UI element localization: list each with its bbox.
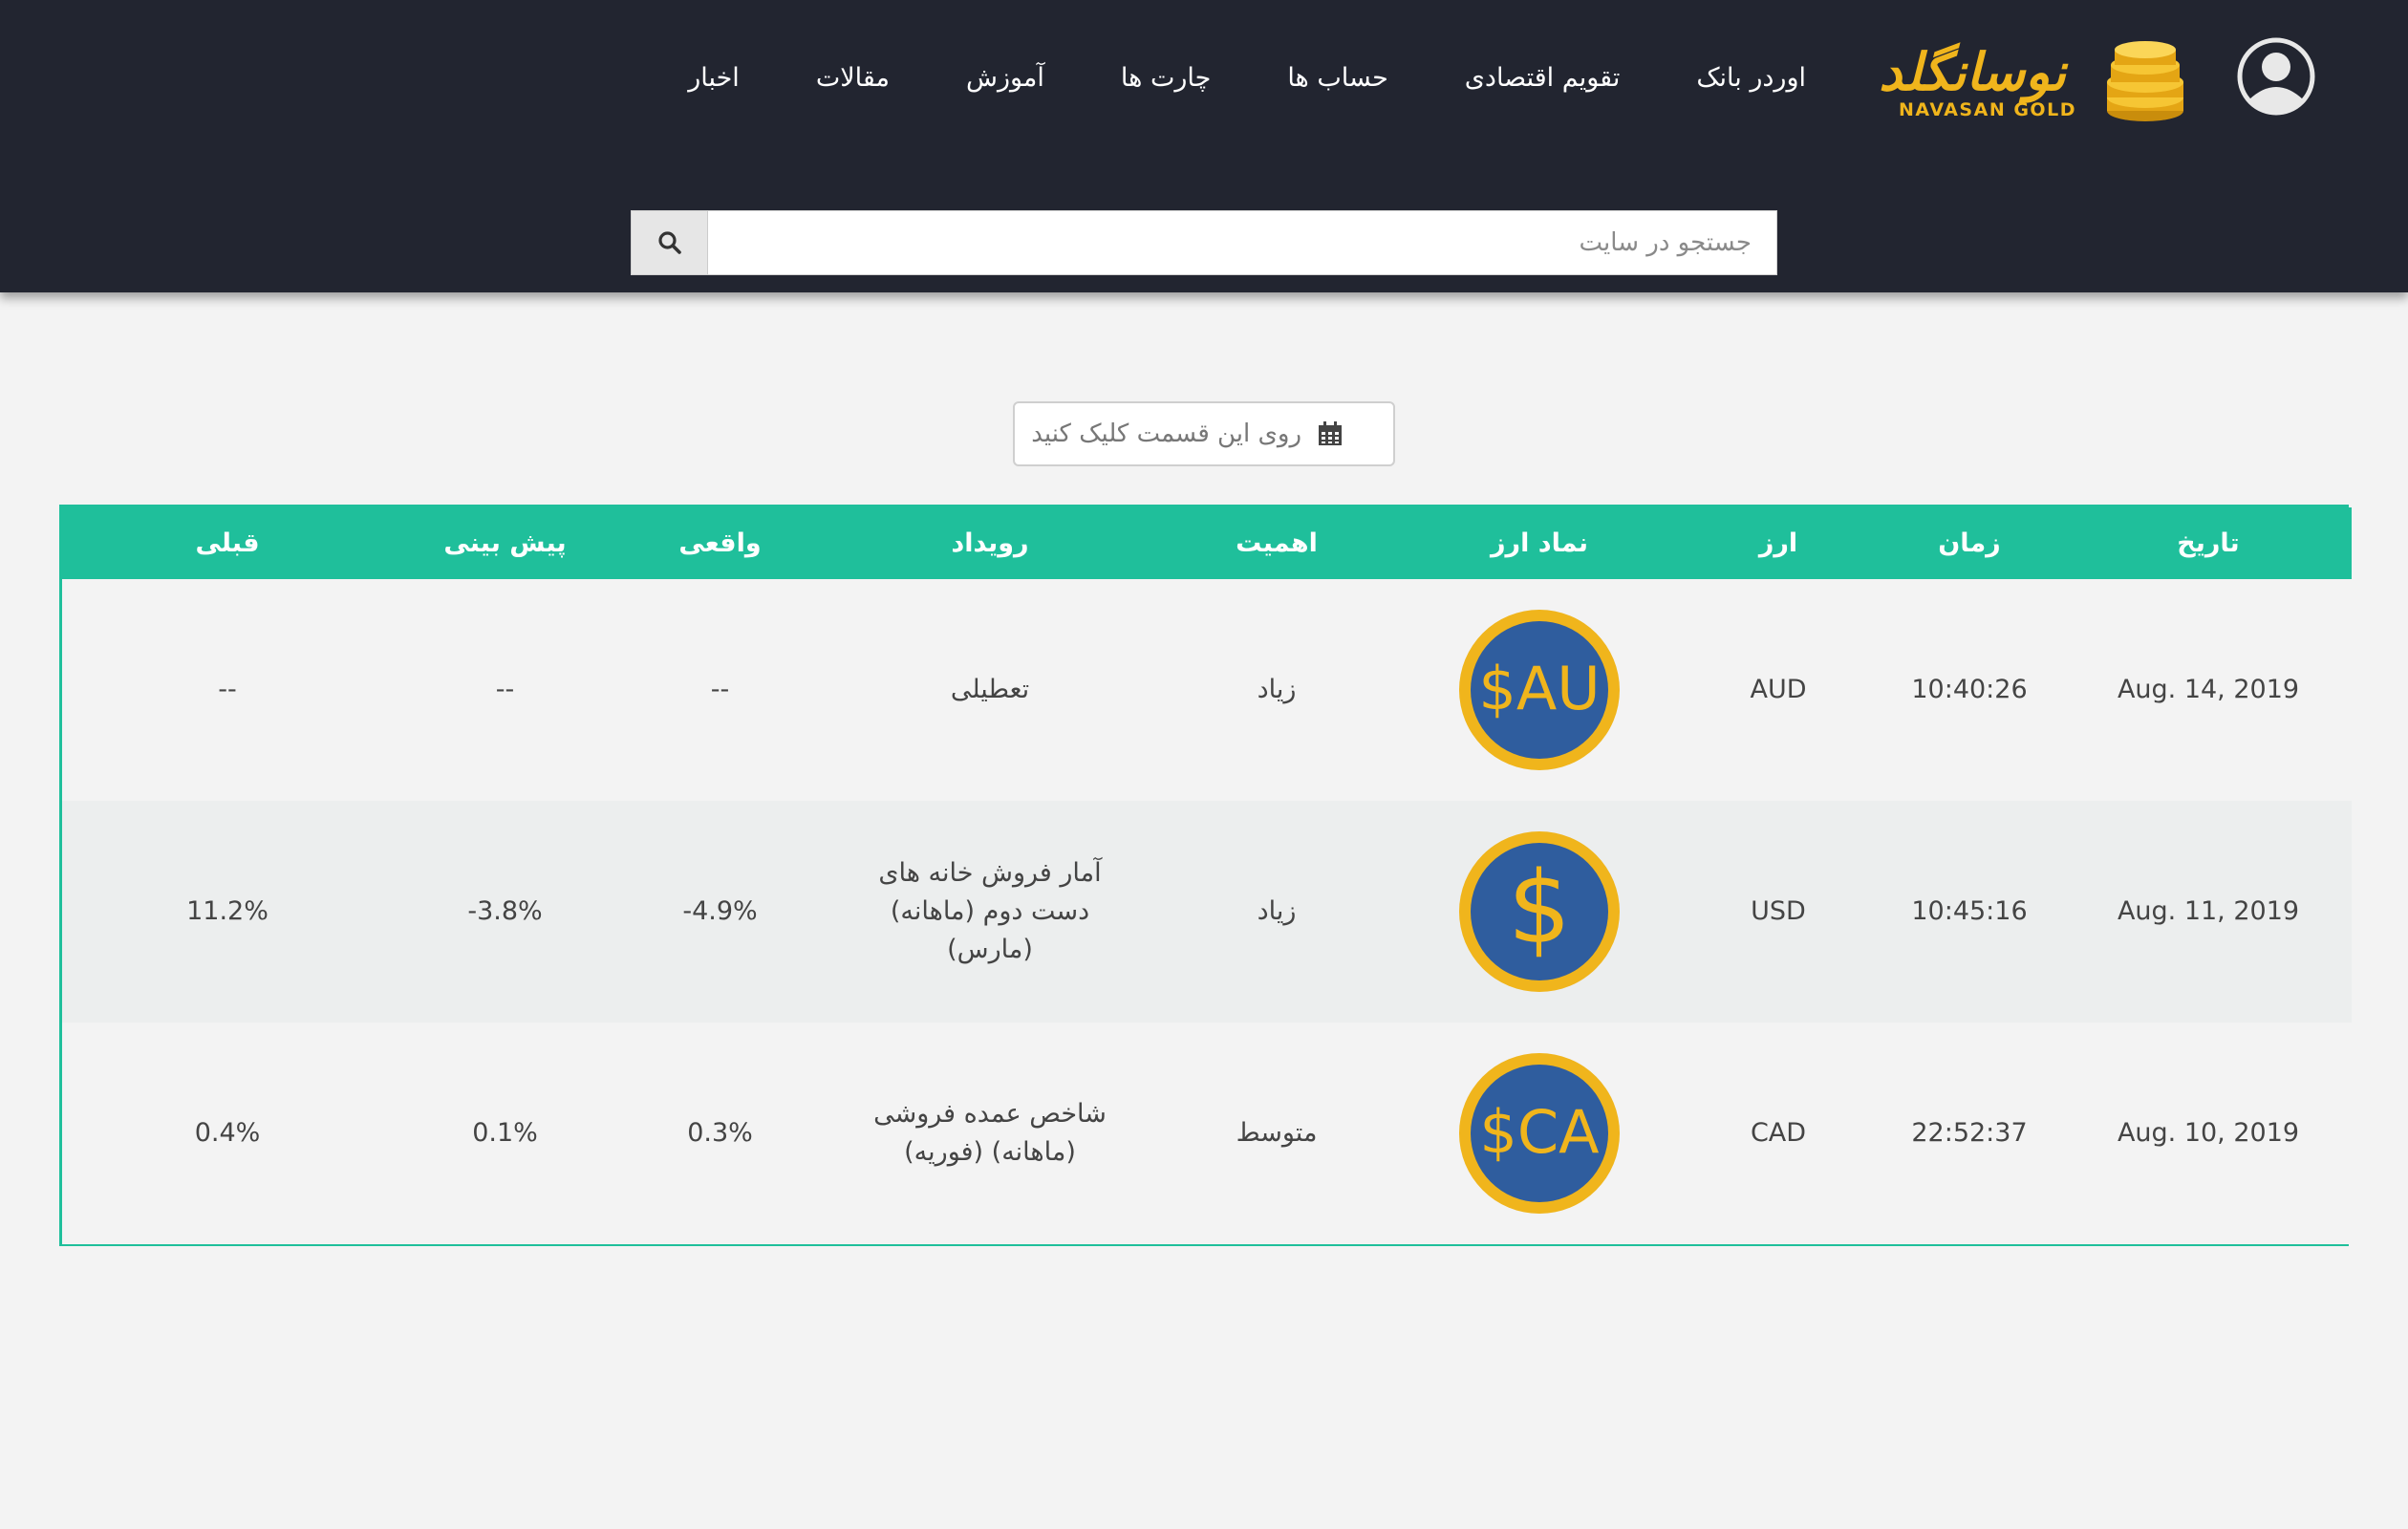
coin-symbol: AU$ <box>1478 654 1600 723</box>
nav-item-economic-calendar[interactable]: تقویم اقتصادی <box>1465 63 1621 93</box>
site-header: نوسانگلد NAVASAN GOLD اخبار مقالات آموزش… <box>0 0 2408 292</box>
nav-item-order-bank[interactable]: اوردر بانک <box>1696 63 1806 93</box>
site-logo[interactable]: نوسانگلد NAVASAN GOLD <box>1868 36 2193 124</box>
cell-actual: 0.3% <box>687 1118 753 1148</box>
coins-icon <box>2107 41 2183 121</box>
nav-item-education[interactable]: آموزش <box>966 63 1044 93</box>
header-event[interactable]: رویداد <box>823 507 1157 579</box>
cell-actual: -4.9% <box>682 896 758 926</box>
cell-currency: CAD <box>1750 1118 1807 1148</box>
cell-previous: -- <box>218 675 237 704</box>
header-previous[interactable]: قبلی <box>62 507 393 579</box>
cell-importance: زیاد <box>1257 675 1297 704</box>
cell-symbol: $ <box>1396 801 1683 1023</box>
table-row[interactable]: Aug. 14, 2019 10:40:26 AUD AU$ زیاد تعطی… <box>62 579 2352 801</box>
cell-forecast: -- <box>495 675 515 704</box>
cell-event: شاخص عمده فروشی (ماهانه) (فوریه) <box>873 1099 1107 1167</box>
cell-currency: USD <box>1751 896 1806 926</box>
cell-time: 10:45:16 <box>1911 896 2028 926</box>
cell-event: آمار فروش خانه های دست دوم (ماهانه) (مار… <box>878 858 1102 964</box>
header-forecast[interactable]: پیش بینی <box>393 507 617 579</box>
search-bar <box>631 210 1777 275</box>
cell-importance: متوسط <box>1236 1118 1318 1148</box>
coin-symbol: CA$ <box>1479 1097 1599 1167</box>
main-nav: اخبار مقالات آموزش چارت ها حساب ها تقویم… <box>688 63 1806 93</box>
search-icon <box>657 231 681 254</box>
cell-date: Aug. 11, 2019 <box>2117 896 2300 926</box>
cell-forecast: -3.8% <box>467 896 543 926</box>
cell-symbol: CA$ <box>1396 1023 1683 1244</box>
header-actual[interactable]: واقعی <box>617 507 823 579</box>
cell-importance: زیاد <box>1257 896 1297 926</box>
logo-subtitle: NAVASAN GOLD <box>1899 99 2076 120</box>
table-row[interactable]: Aug. 11, 2019 10:45:16 USD $ زیاد آمار ف… <box>62 801 2352 1023</box>
cell-time: 10:40:26 <box>1911 675 2028 704</box>
cell-date: Aug. 14, 2019 <box>2117 675 2300 704</box>
cell-actual: -- <box>710 675 730 704</box>
date-picker[interactable] <box>1013 401 1395 466</box>
cell-currency: AUD <box>1750 675 1807 704</box>
cell-symbol: AU$ <box>1396 579 1683 801</box>
table-header-row: تاریخ زمان ارز نماد ارز اهمیت رویداد واق… <box>62 507 2352 579</box>
header-importance[interactable]: اهمیت <box>1157 507 1396 579</box>
cell-previous: 11.2% <box>186 896 269 926</box>
currency-coin-icon: $ <box>1459 831 1620 992</box>
nav-item-news[interactable]: اخبار <box>688 63 740 93</box>
cell-event: تعطیلی <box>950 675 1030 704</box>
cell-time: 22:52:37 <box>1911 1118 2028 1148</box>
nav-item-accounts[interactable]: حساب ها <box>1287 63 1387 93</box>
economic-calendar-table: تاریخ زمان ارز نماد ارز اهمیت رویداد واق… <box>59 505 2352 1246</box>
nav-item-articles[interactable]: مقالات <box>816 63 890 93</box>
header-time[interactable]: زمان <box>1874 507 2065 579</box>
header-symbol[interactable]: نماد ارز <box>1396 507 1683 579</box>
currency-coin-icon: AU$ <box>1459 610 1620 770</box>
search-input[interactable] <box>708 211 1776 274</box>
search-button[interactable] <box>632 211 708 274</box>
cell-date: Aug. 10, 2019 <box>2117 1118 2300 1148</box>
table-row[interactable]: Aug. 10, 2019 22:52:37 CAD CA$ متوسط شاخ… <box>62 1023 2352 1244</box>
date-input[interactable] <box>1015 420 1301 448</box>
currency-coin-icon: CA$ <box>1459 1053 1620 1214</box>
logo-text: نوسانگلد <box>1879 42 2068 102</box>
header-currency[interactable]: ارز <box>1683 507 1874 579</box>
cell-previous: 0.4% <box>194 1118 261 1148</box>
header-date[interactable]: تاریخ <box>2065 507 2352 579</box>
cell-forecast: 0.1% <box>472 1118 538 1148</box>
nav-item-charts[interactable]: چارت ها <box>1121 63 1211 93</box>
coin-symbol: $ <box>1508 850 1571 966</box>
calendar-icon <box>1319 421 1342 445</box>
user-icon[interactable] <box>2232 36 2320 117</box>
